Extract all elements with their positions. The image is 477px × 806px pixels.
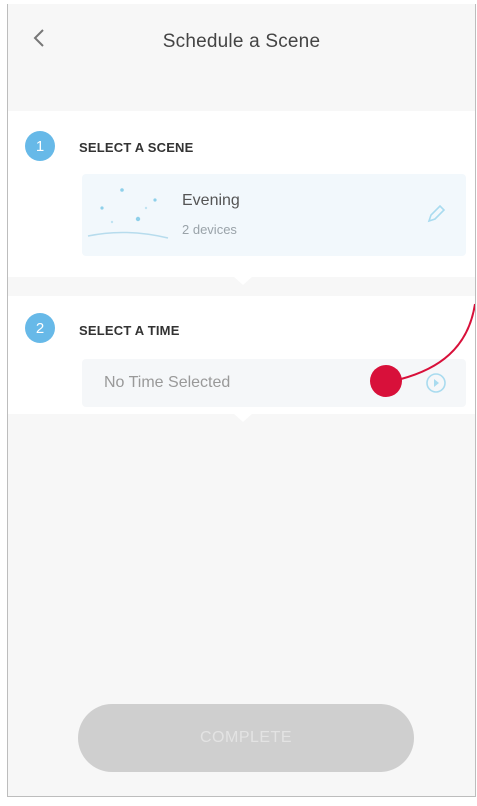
pencil-icon[interactable] [424,202,448,226]
circle-arrow-right-icon[interactable] [424,371,448,395]
step-badge-2: 2 [25,313,55,343]
sparkle-scene-icon [87,188,169,239]
select-scene-section: 1 SELECT A SCENE Evening 2 devices [8,111,475,285]
scene-device-count: 2 devices [182,222,237,237]
step-badge-1: 1 [25,131,55,161]
section-pointer [234,277,252,285]
page-title: Schedule a Scene [162,31,321,52]
section-pointer [234,414,252,422]
complete-button[interactable]: COMPLETE [78,704,414,772]
step-label-time: SELECT A TIME [79,323,180,338]
time-value: No Time Selected [104,374,231,391]
scene-card[interactable]: Evening 2 devices [82,174,466,256]
header: Schedule a Scene [8,4,475,74]
time-selector[interactable]: No Time Selected [82,359,466,407]
app-screen: Schedule a Scene 1 SELECT A SCENE Evenin… [7,4,476,797]
scene-name: Evening [182,192,240,209]
select-time-section: 2 SELECT A TIME No Time Selected [8,296,475,422]
step-label-scene: SELECT A SCENE [79,140,194,155]
